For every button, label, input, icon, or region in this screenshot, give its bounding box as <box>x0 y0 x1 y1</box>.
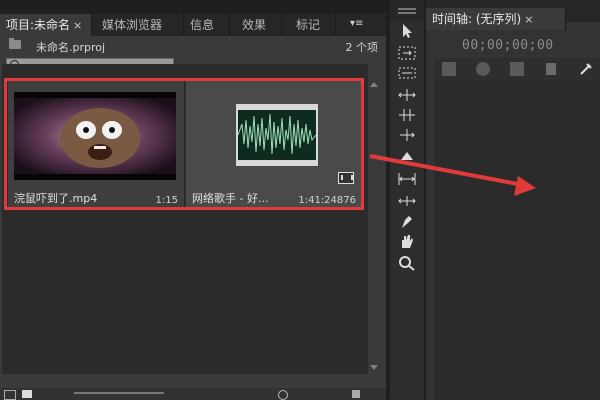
hand-tool-icon[interactable] <box>396 232 418 250</box>
linked-selection-icon[interactable] <box>476 62 490 76</box>
zoom-tool-icon[interactable] <box>396 254 418 272</box>
tab-timeline[interactable]: 时间轴: (无序列) × <box>426 8 566 30</box>
timecode-display[interactable]: 00;00;00;00 <box>462 38 554 53</box>
tab-project[interactable]: 项目:未命名 × <box>0 14 92 36</box>
tab-timeline-label: 时间轴: (无序列) <box>432 12 522 26</box>
project-tab-bar: 项目:未命名 × 媒体浏览器 信息 效果 标记 ▾≡ <box>0 14 386 36</box>
project-header: 未命名.prproj 2 个项 <box>0 36 386 58</box>
vertical-scrollbar[interactable] <box>368 78 380 374</box>
icon-view-icon[interactable] <box>22 390 32 398</box>
marker-icon[interactable] <box>546 63 556 75</box>
tab-media-browser[interactable]: 媒体浏览器 <box>96 14 184 36</box>
tools-header <box>390 0 424 20</box>
item-count: 2 个项 <box>345 41 379 54</box>
panel-menu-icon[interactable]: ▾≡ <box>350 18 363 29</box>
scroll-up-icon[interactable] <box>370 82 378 87</box>
ripple-edit-tool-icon[interactable] <box>396 64 418 82</box>
snap-icon[interactable] <box>442 62 456 76</box>
folder-icon <box>9 38 21 49</box>
tab-markers-label: 标记 <box>296 18 321 32</box>
tab-effects[interactable]: 效果 <box>236 14 282 36</box>
list-view-icon[interactable] <box>4 390 16 400</box>
annotation-arrow <box>369 154 536 196</box>
tab-project-label: 项目:未命名 <box>6 18 71 32</box>
trash-icon[interactable] <box>352 390 360 398</box>
track-select-tool-icon[interactable] <box>396 44 418 62</box>
selection-tool-icon[interactable] <box>396 22 418 40</box>
tab-effects-label: 效果 <box>242 18 267 32</box>
tab-media-browser-label: 媒体浏览器 <box>102 18 163 32</box>
add-marker-icon[interactable] <box>510 62 524 76</box>
tab-info[interactable]: 信息 <box>184 14 230 36</box>
close-icon[interactable]: × <box>73 19 82 32</box>
pen-tool-icon[interactable] <box>396 212 418 230</box>
timeline-area[interactable] <box>434 80 600 400</box>
timeline-toolbar <box>434 58 600 80</box>
project-bottom-bar <box>0 388 386 400</box>
tab-info-label: 信息 <box>190 18 215 32</box>
close-icon[interactable]: × <box>524 13 533 26</box>
project-file-name: 未命名.prproj <box>36 41 106 54</box>
rolling-edit-tool-icon[interactable] <box>396 86 418 104</box>
find-icon[interactable] <box>278 390 288 400</box>
tab-markers[interactable]: 标记 <box>290 14 336 36</box>
timeline-tab-bar: 时间轴: (无序列) × <box>426 0 600 30</box>
wrench-icon[interactable] <box>578 62 592 76</box>
rate-stretch-tool-icon[interactable] <box>396 106 418 124</box>
highlight-box <box>4 78 364 210</box>
scroll-down-icon[interactable] <box>370 365 378 370</box>
zoom-slider[interactable] <box>74 392 164 394</box>
